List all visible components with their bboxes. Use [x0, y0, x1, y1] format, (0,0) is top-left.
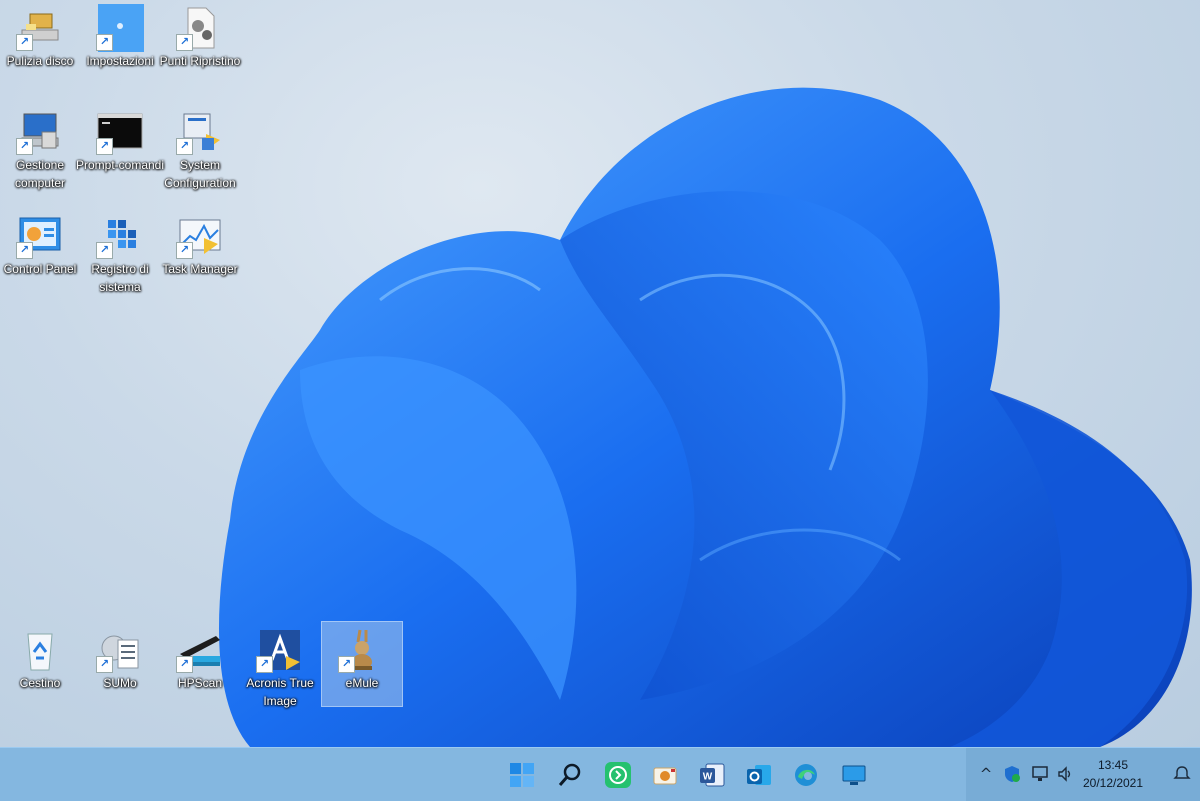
notifications-button[interactable]	[1172, 764, 1192, 784]
network-icon	[1032, 766, 1048, 781]
security-shield-icon	[1005, 766, 1020, 782]
sumo-shortcut[interactable]: ↗ SUMo	[80, 622, 160, 706]
desktop: ↗ Pulizia disco ↗ Impostazioni ↗ Punti R…	[0, 0, 1200, 747]
recycle-bin-icon	[27, 633, 53, 671]
edge-icon	[795, 764, 817, 786]
search-button[interactable]	[552, 757, 588, 793]
network-tray-button[interactable]	[1030, 764, 1050, 784]
emule-shortcut[interactable]: ↗ eMule	[321, 621, 403, 707]
clock[interactable]: 13:45 20/12/2021	[1068, 756, 1158, 792]
security-tray-button[interactable]	[1002, 764, 1022, 784]
word-button[interactable]: W	[694, 757, 730, 793]
icon-label: Impostazioni	[86, 54, 154, 68]
disk-cleanup-shortcut[interactable]: ↗ Pulizia disco	[0, 0, 80, 84]
shortcut-arrow-icon: ↗	[338, 656, 355, 673]
shortcut-arrow-icon: ↗	[96, 242, 113, 259]
shortcut-arrow-icon: ↗	[176, 34, 193, 51]
show-hidden-icons-button[interactable]: ^	[976, 764, 996, 784]
shortcut-arrow-icon: ↗	[96, 138, 113, 155]
icon-label: SUMo	[103, 676, 137, 690]
taskbar: W ^ 13:45 20/12/2021	[0, 747, 1200, 801]
shortcut-arrow-icon: ↗	[176, 242, 193, 259]
start-icon	[510, 763, 534, 787]
outlook-icon	[747, 765, 771, 785]
recycle-bin-shortcut[interactable]: Cestino	[0, 622, 80, 706]
icon-label: eMule	[345, 676, 379, 690]
start-button[interactable]	[504, 757, 540, 793]
shortcut-arrow-icon: ↗	[16, 138, 33, 155]
outlook-button[interactable]	[741, 757, 777, 793]
control-panel-shortcut[interactable]: ↗ Control Panel	[0, 208, 80, 292]
computer-management-shortcut[interactable]: ↗ Gestione computer	[0, 104, 80, 190]
registry-editor-shortcut[interactable]: ↗ Registro di sistema	[80, 208, 160, 294]
display-icon	[842, 765, 866, 785]
icon-label: HPScan	[177, 676, 223, 690]
shortcut-arrow-icon: ↗	[176, 138, 193, 155]
task-manager-shortcut[interactable]: ↗ Task Manager	[160, 208, 240, 292]
hp-scan-shortcut[interactable]: ↗ HPScan	[160, 622, 240, 706]
icon-label: Task Manager	[162, 262, 238, 276]
shortcut-arrow-icon: ↗	[96, 34, 113, 51]
camera-app-button[interactable]	[647, 757, 683, 793]
edge-button[interactable]	[788, 757, 824, 793]
shortcut-arrow-icon: ↗	[16, 242, 33, 259]
notification-bell-icon	[1173, 766, 1191, 779]
system-configuration-shortcut[interactable]: ↗ System Configuration	[160, 104, 240, 190]
system-tray: ^ 13:45 20/12/2021	[966, 748, 1200, 801]
shortcut-arrow-icon: ↗	[96, 656, 113, 673]
icon-label: Punti Ripristino	[159, 54, 241, 68]
search-icon	[558, 763, 581, 786]
chevron-up-icon: ^	[979, 765, 993, 783]
word-icon: W	[700, 763, 725, 787]
camera-app-icon	[653, 767, 677, 785]
settings-shortcut[interactable]: ↗ Impostazioni	[80, 0, 160, 84]
whatsapp-icon	[605, 762, 631, 788]
icon-label: Acronis True Image	[246, 676, 314, 708]
svg-text:W: W	[703, 772, 713, 783]
icon-label: Prompt-comandi	[75, 158, 165, 172]
clock-time: 13:45	[1097, 758, 1129, 772]
command-prompt-shortcut[interactable]: ↗ Prompt-comandi	[76, 104, 164, 188]
clock-date: 20/12/2021	[1082, 776, 1144, 790]
restore-points-shortcut[interactable]: ↗ Punti Ripristino	[160, 0, 240, 84]
icon-label: System Configuration	[164, 158, 236, 190]
shortcut-arrow-icon: ↗	[176, 656, 193, 673]
icon-label: Registro di sistema	[91, 262, 149, 294]
shortcut-arrow-icon: ↗	[16, 34, 33, 51]
whatsapp-button[interactable]	[600, 757, 636, 793]
shortcut-arrow-icon: ↗	[256, 656, 273, 673]
display-button[interactable]	[836, 757, 872, 793]
acronis-shortcut[interactable]: ↗ Acronis True Image	[240, 622, 320, 708]
